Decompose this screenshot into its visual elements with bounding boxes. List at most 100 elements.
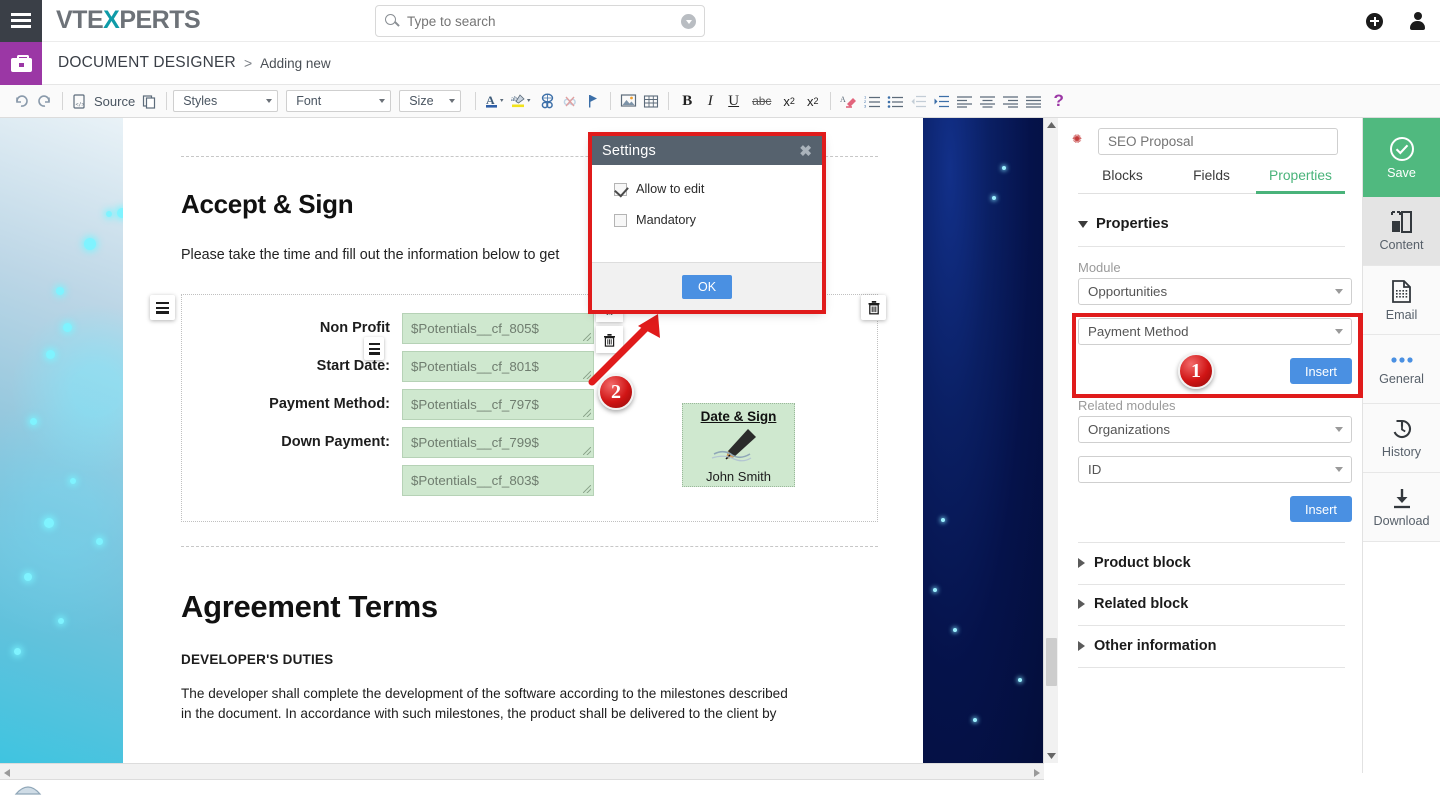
tab-blocks[interactable]: Blocks xyxy=(1078,168,1167,193)
bulleted-list-icon[interactable] xyxy=(884,88,907,114)
field-input-contact-via[interactable]: $Potentials__cf_803$ xyxy=(402,465,594,497)
subscript-icon[interactable]: x2 xyxy=(777,88,801,114)
align-center-icon[interactable] xyxy=(976,88,999,114)
chevron-down-icon xyxy=(1078,220,1088,228)
scrollbar-thumb[interactable] xyxy=(1046,638,1057,686)
remove-format-icon[interactable]: A xyxy=(837,88,861,114)
image-icon[interactable] xyxy=(617,88,640,114)
content-layout-icon xyxy=(1391,211,1412,233)
right-action-rail: Save Content Email General History Downl… xyxy=(1363,118,1440,804)
rail-label: Save xyxy=(1387,165,1416,180)
breadcrumb-module[interactable]: DOCUMENT DESIGNER xyxy=(58,54,236,72)
related-module-select[interactable]: Organizations xyxy=(1078,416,1352,443)
field-row[interactable]: Start Date: $Potentials__cf_801$ xyxy=(222,351,863,389)
rail-item-save[interactable]: Save xyxy=(1363,118,1440,197)
strikethrough-icon[interactable]: abc xyxy=(746,88,777,114)
font-select[interactable]: Font xyxy=(286,90,392,112)
scroll-down-arrow-icon[interactable] xyxy=(1046,752,1057,760)
field-input-non-profit[interactable]: $Potentials__cf_805$ xyxy=(402,313,594,345)
help-icon[interactable]: ? xyxy=(1045,88,1071,114)
text-color-icon[interactable]: A xyxy=(482,88,508,114)
styles-select[interactable]: Styles xyxy=(173,90,279,112)
document-title-input[interactable] xyxy=(1098,128,1338,155)
search-dropdown-icon[interactable] xyxy=(681,13,696,29)
briefcase-icon[interactable] xyxy=(0,41,42,85)
pin-icon[interactable]: ✺ xyxy=(1072,132,1082,146)
signature-block[interactable]: Non Profit $Potentials__cf_805$ Start Da… xyxy=(150,294,886,523)
properties-section-header[interactable]: Properties xyxy=(1078,216,1345,232)
field-value: $Potentials__cf_805$ xyxy=(411,321,539,337)
block-delete-trash-icon[interactable] xyxy=(861,295,886,321)
source-icon[interactable]: </> Source xyxy=(69,88,138,114)
accordion-other-information[interactable]: Other information xyxy=(1078,638,1345,654)
svg-text:A: A xyxy=(486,93,495,107)
italic-icon[interactable]: I xyxy=(699,88,721,114)
drag-handle-icon[interactable] xyxy=(150,295,175,321)
rail-item-content[interactable]: Content xyxy=(1363,197,1440,266)
svg-text:3: 3 xyxy=(864,103,867,108)
field-value: $Potentials__cf_799$ xyxy=(411,435,539,451)
editor-vertical-scrollbar[interactable] xyxy=(1043,118,1058,763)
highlight-color-icon[interactable]: ab xyxy=(508,88,536,114)
unlink-icon[interactable] xyxy=(559,88,582,114)
anchor-icon[interactable] xyxy=(582,88,604,114)
field-input-down-payment[interactable]: $Potentials__cf_799$ xyxy=(402,427,594,459)
document-body-line2: in the document. In accordance with such… xyxy=(181,706,777,722)
svg-text:A: A xyxy=(840,95,846,104)
search-input[interactable] xyxy=(407,13,681,29)
align-right-icon[interactable] xyxy=(999,88,1022,114)
redo-icon[interactable] xyxy=(33,88,56,114)
justify-icon[interactable] xyxy=(1022,88,1045,114)
field-drag-handle-icon[interactable] xyxy=(364,337,384,361)
styles-label: Styles xyxy=(183,94,218,108)
tab-properties[interactable]: Properties xyxy=(1256,168,1345,194)
size-select[interactable]: Size xyxy=(399,90,462,112)
history-clock-icon xyxy=(1393,419,1411,439)
superscript-icon[interactable]: x2 xyxy=(801,88,825,114)
document-editor-canvas[interactable]: Accept & Sign Please take the time and f… xyxy=(0,118,1058,763)
scroll-left-arrow-icon[interactable] xyxy=(3,768,11,778)
resize-grip-icon[interactable] xyxy=(583,447,591,456)
field-input-payment-method[interactable]: $Potentials__cf_797$ xyxy=(402,389,594,421)
field-block-container[interactable]: Non Profit $Potentials__cf_805$ Start Da… xyxy=(181,294,878,523)
insert-field-button[interactable]: Insert xyxy=(1290,358,1352,384)
align-left-icon[interactable] xyxy=(953,88,976,114)
field-input-start-date[interactable]: $Potentials__cf_801$ xyxy=(402,351,594,383)
outdent-icon[interactable] xyxy=(907,88,930,114)
rail-item-history[interactable]: History xyxy=(1363,404,1440,473)
templates-icon[interactable] xyxy=(138,88,160,114)
rail-item-download[interactable]: Download xyxy=(1363,473,1440,542)
undo-icon[interactable] xyxy=(10,88,33,114)
user-avatar-icon[interactable] xyxy=(1409,12,1426,30)
date-and-sign-box[interactable]: Date & Sign John Smith xyxy=(682,403,795,488)
app-logo[interactable]: VTEXPERTS xyxy=(56,6,201,35)
accordion-related-block[interactable]: Related block xyxy=(1078,596,1345,612)
bold-icon[interactable]: B xyxy=(675,88,699,114)
scroll-right-arrow-icon[interactable] xyxy=(1033,768,1041,778)
global-search[interactable] xyxy=(375,5,705,37)
resize-grip-icon[interactable] xyxy=(583,485,591,494)
related-field-select[interactable]: ID xyxy=(1078,456,1352,483)
rail-item-general[interactable]: General xyxy=(1363,335,1440,404)
numbered-list-icon[interactable]: 123 xyxy=(861,88,884,114)
field-select[interactable]: Payment Method xyxy=(1078,318,1352,345)
scroll-up-arrow-icon[interactable] xyxy=(1046,121,1057,129)
svg-text:</>: </> xyxy=(76,102,85,108)
hamburger-menu-icon[interactable] xyxy=(0,0,42,42)
module-select[interactable]: Opportunities xyxy=(1078,278,1352,305)
tab-fields[interactable]: Fields xyxy=(1167,168,1256,193)
ellipsis-icon xyxy=(1390,357,1413,363)
field-row[interactable]: Non Profit $Potentials__cf_805$ xyxy=(222,313,863,351)
accordion-product-block[interactable]: Product block xyxy=(1078,555,1345,571)
indent-icon[interactable] xyxy=(930,88,953,114)
resize-grip-icon[interactable] xyxy=(583,409,591,418)
signature-name: John Smith xyxy=(705,469,772,485)
plus-circle-icon[interactable] xyxy=(1366,12,1383,30)
rail-item-email[interactable]: Email xyxy=(1363,266,1440,335)
rail-label: Download xyxy=(1373,513,1430,528)
insert-related-button[interactable]: Insert xyxy=(1290,496,1352,522)
underline-icon[interactable]: U xyxy=(721,88,746,114)
table-icon[interactable] xyxy=(640,88,662,114)
link-icon[interactable] xyxy=(536,88,559,114)
editor-horizontal-scrollbar[interactable] xyxy=(0,763,1044,780)
